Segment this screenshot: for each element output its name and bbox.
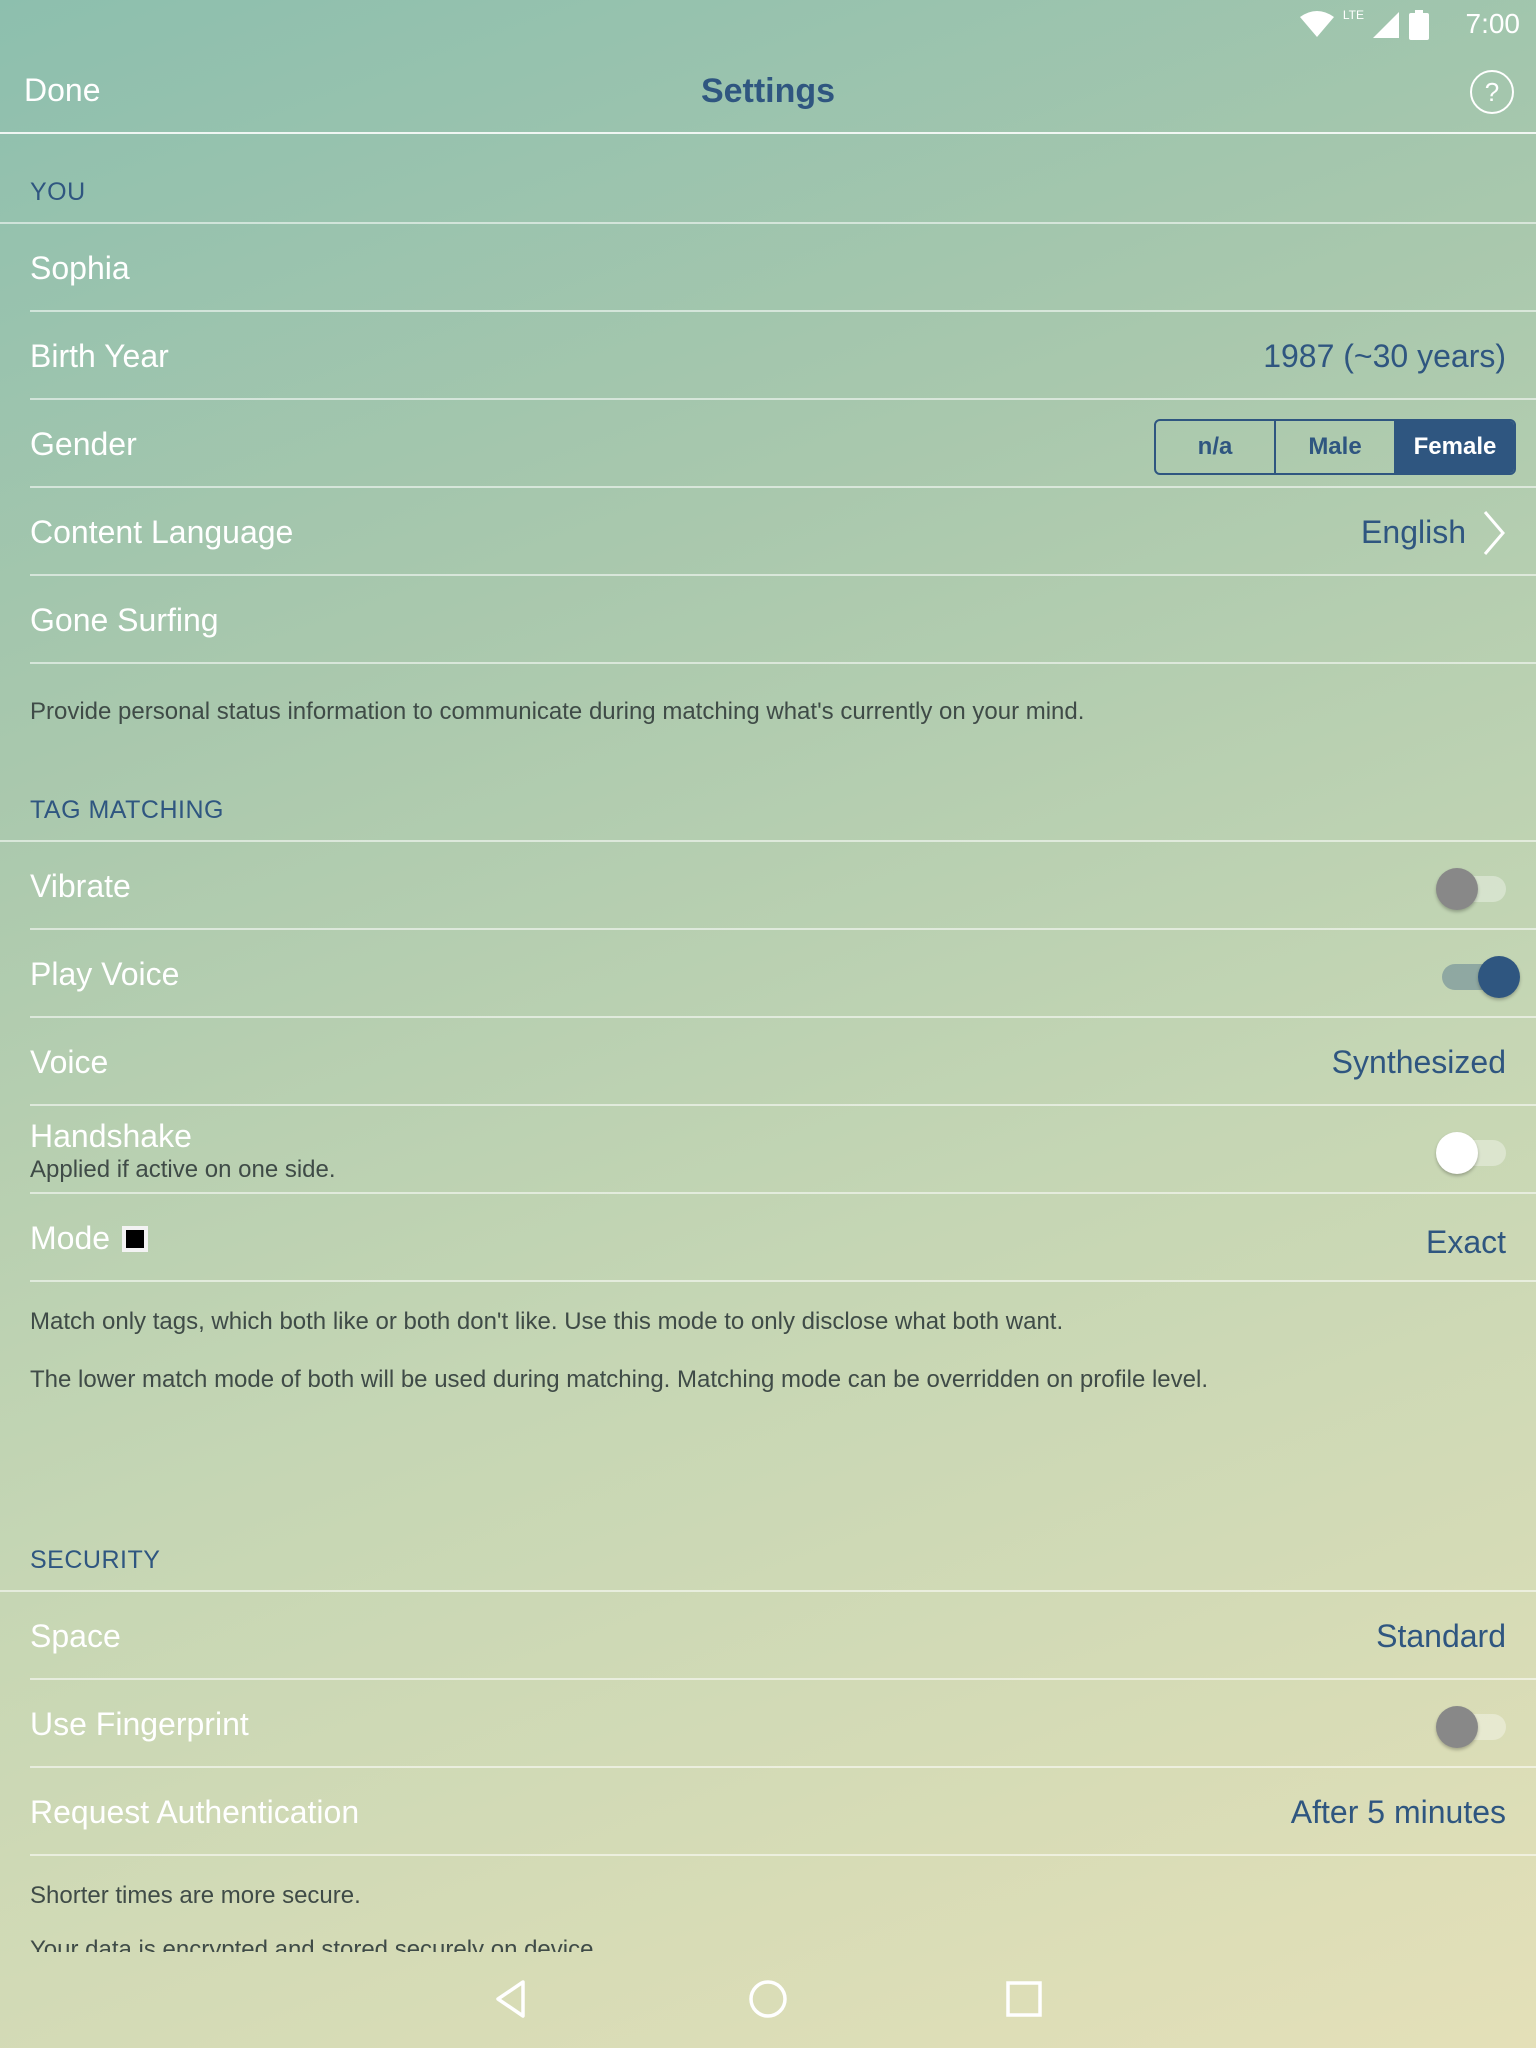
content-language-value: English — [1361, 514, 1466, 550]
content-language-row[interactable]: Content Language English — [30, 490, 1506, 576]
birth-year-value[interactable]: 1987 (~30 years) — [1263, 338, 1506, 375]
toggle-knob — [1436, 1706, 1478, 1748]
divider — [30, 310, 1536, 312]
divider — [30, 398, 1536, 400]
home-icon[interactable] — [743, 1974, 793, 2024]
mode-note-secondary: The lower match mode of both will be use… — [30, 1366, 1208, 1393]
help-icon[interactable]: ? — [1470, 70, 1514, 114]
divider — [30, 1678, 1536, 1680]
handshake-sublabel: Applied if active on one side. — [30, 1156, 336, 1183]
birth-year-row[interactable]: Birth Year 1987 (~30 years) — [30, 314, 1506, 400]
birth-year-label: Birth Year — [30, 338, 169, 374]
voice-value[interactable]: Synthesized — [1332, 1044, 1506, 1081]
vibrate-row: Vibrate — [30, 844, 1506, 930]
personal-status-row[interactable]: Gone Surfing — [30, 578, 1506, 664]
divider — [30, 1192, 1536, 1194]
fingerprint-label: Use Fingerprint — [30, 1706, 249, 1742]
chevron-right-icon — [1483, 511, 1505, 555]
gender-option-na[interactable]: n/a — [1156, 421, 1276, 473]
security-note-secondary: Your data is encrypted and stored secure… — [30, 1936, 601, 1952]
divider — [30, 486, 1536, 488]
gender-option-female[interactable]: Female — [1396, 421, 1514, 473]
divider — [0, 840, 1536, 842]
handshake-row: Handshake Applied if active on one side. — [30, 1108, 1506, 1194]
battery-icon — [1409, 10, 1429, 40]
divider — [30, 928, 1536, 930]
play-voice-row: Play Voice — [30, 932, 1506, 1018]
handshake-toggle[interactable] — [1436, 1132, 1506, 1174]
divider — [30, 574, 1536, 576]
cellular-signal-icon — [1373, 12, 1399, 38]
content-language-label: Content Language — [30, 514, 294, 550]
back-icon[interactable] — [488, 1974, 538, 2024]
space-label: Space — [30, 1618, 121, 1654]
play-voice-label: Play Voice — [30, 956, 180, 992]
divider — [30, 1104, 1536, 1106]
clipped-note-container: Your data is encrypted and stored secure… — [0, 1936, 1536, 1952]
toggle-knob — [1478, 956, 1520, 998]
vibrate-label: Vibrate — [30, 868, 131, 904]
personal-status-field[interactable]: Gone Surfing — [30, 602, 219, 639]
divider — [30, 1766, 1536, 1768]
voice-label: Voice — [30, 1044, 109, 1080]
page-title: Settings — [700, 72, 836, 110]
toggle-knob — [1436, 868, 1478, 910]
status-icons: LTE — [1299, 8, 1430, 40]
mode-color-swatch — [122, 1226, 148, 1252]
system-navigation-bar — [0, 1952, 1536, 2048]
space-row[interactable]: Space Standard — [30, 1594, 1506, 1680]
security-note: Shorter times are more secure. — [30, 1882, 361, 1909]
fingerprint-toggle[interactable] — [1436, 1706, 1506, 1748]
divider — [30, 1280, 1536, 1282]
divider — [0, 222, 1536, 224]
request-authentication-label: Request Authentication — [30, 1794, 360, 1830]
toggle-knob — [1436, 1132, 1478, 1174]
clock: 7:00 — [1465, 8, 1521, 39]
app-bar: Done Settings ? — [0, 50, 1536, 134]
name-row[interactable]: Sophia — [30, 226, 1506, 312]
status-bar: LTE 7:00 — [0, 0, 1536, 50]
space-value[interactable]: Standard — [1376, 1618, 1506, 1655]
recents-icon[interactable] — [999, 1974, 1049, 2024]
voice-row[interactable]: Voice Synthesized — [30, 1020, 1506, 1106]
play-voice-toggle[interactable] — [1442, 956, 1520, 998]
section-header-you: YOU — [30, 178, 86, 206]
vibrate-toggle[interactable] — [1436, 868, 1506, 910]
network-type: LTE — [1342, 8, 1364, 22]
divider — [30, 1854, 1536, 1856]
mode-row[interactable]: Mode Exact — [30, 1196, 1506, 1282]
personal-status-note: Provide personal status information to c… — [30, 698, 1085, 725]
mode-label: Mode — [30, 1220, 111, 1256]
name-field[interactable]: Sophia — [30, 250, 130, 287]
mode-note: Match only tags, which both like or both… — [30, 1308, 1064, 1335]
gender-label: Gender — [30, 426, 137, 462]
section-header-security: SECURITY — [30, 1546, 161, 1574]
mode-value[interactable]: Exact — [1426, 1224, 1506, 1261]
section-header-tag-matching: TAG MATCHING — [30, 796, 224, 824]
fingerprint-row: Use Fingerprint — [30, 1682, 1506, 1768]
divider — [30, 1016, 1536, 1018]
divider — [30, 662, 1536, 664]
request-authentication-value[interactable]: After 5 minutes — [1291, 1794, 1506, 1831]
divider — [0, 1590, 1536, 1592]
request-authentication-row[interactable]: Request Authentication After 5 minutes — [30, 1770, 1506, 1856]
gender-option-male[interactable]: Male — [1276, 421, 1396, 473]
wifi-icon — [1299, 11, 1334, 37]
gender-selector[interactable]: n/a Male Female — [1154, 419, 1516, 475]
handshake-label: Handshake — [30, 1118, 192, 1154]
